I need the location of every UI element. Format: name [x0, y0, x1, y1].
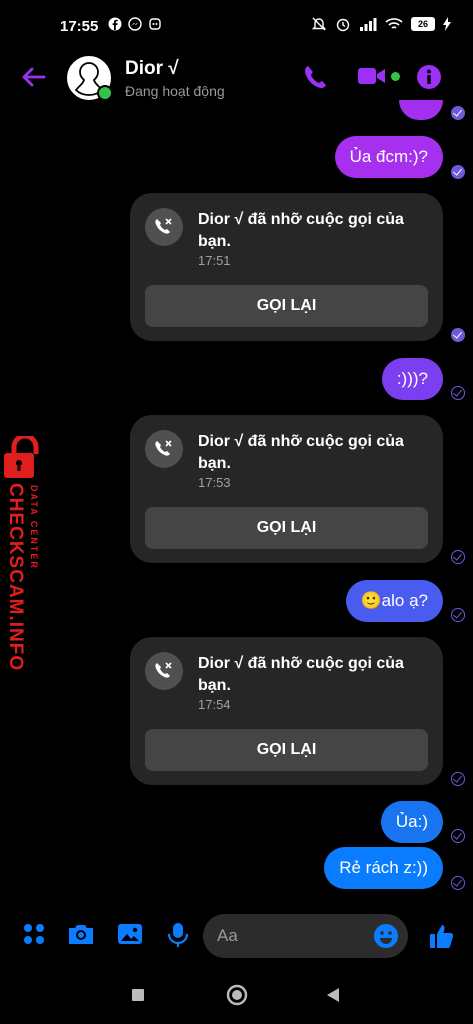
watermark-subtitle: DATA CENTER — [29, 485, 39, 570]
online-indicator — [97, 85, 113, 101]
microphone-icon[interactable] — [167, 922, 189, 948]
home-icon[interactable] — [226, 984, 248, 1006]
back-arrow-icon[interactable] — [20, 64, 46, 90]
call-back-button[interactable]: GỌI LẠI — [145, 507, 428, 549]
alarm-icon — [336, 18, 350, 32]
seen-indicator — [451, 328, 465, 342]
recent-apps-icon[interactable] — [131, 988, 145, 1002]
conversation-header: Dior √ Đang hoạt động — [0, 52, 473, 104]
composer-bar — [0, 910, 473, 962]
seen-indicator — [451, 386, 465, 400]
missed-call-icon — [145, 208, 183, 246]
missed-call-card: Dior √ đã nhỡ cuộc gọi của bạn. 17:53 GỌ… — [130, 415, 443, 563]
call-back-button[interactable]: GỌI LẠI — [145, 285, 428, 327]
menu-grid-icon[interactable] — [22, 922, 46, 946]
wifi-icon — [385, 18, 403, 29]
missed-call-time: 17:51 — [198, 253, 231, 268]
missed-call-time: 17:54 — [198, 697, 231, 712]
video-active-dot — [391, 72, 400, 81]
message-bubble[interactable]: Ủa:) — [380, 801, 443, 843]
seen-indicator — [451, 772, 465, 786]
missed-call-icon — [145, 652, 183, 690]
info-icon[interactable] — [416, 64, 442, 90]
like-icon[interactable] — [428, 922, 456, 950]
mute-icon — [311, 17, 327, 31]
seen-indicator — [451, 106, 465, 120]
status-time: 17:55 — [60, 18, 99, 35]
missed-call-text: Dior √ đã nhỡ cuộc gọi của bạn. — [198, 655, 404, 694]
missed-call-text: Dior √ đã nhỡ cuộc gọi của bạn. — [198, 433, 404, 472]
contact-name[interactable]: Dior √ — [125, 58, 179, 80]
partial-message-bubble — [399, 100, 443, 120]
lock-icon — [4, 436, 39, 478]
seen-indicator — [451, 876, 465, 890]
seen-indicator — [451, 608, 465, 622]
message-bubble[interactable]: Rẻ rách z:)) — [324, 847, 443, 889]
signal-icon — [360, 18, 377, 31]
seen-indicator — [451, 550, 465, 564]
video-call-icon[interactable] — [357, 64, 387, 88]
phone-call-icon[interactable] — [303, 64, 327, 90]
emoji-icon[interactable] — [373, 923, 399, 949]
battery-level: 26 — [411, 17, 435, 31]
message-bubble[interactable]: :)))? — [381, 358, 443, 400]
contact-status: Đang hoạt động — [125, 83, 225, 99]
missed-call-text: Dior √ đã nhỡ cuộc gọi của bạn. — [198, 211, 404, 250]
facebook-icon — [108, 17, 122, 31]
back-nav-icon[interactable] — [326, 987, 340, 1003]
call-back-button[interactable]: GỌI LẠI — [145, 729, 428, 771]
missed-call-card: Dior √ đã nhỡ cuộc gọi của bạn. 17:54 GỌ… — [130, 637, 443, 785]
seen-indicator — [451, 829, 465, 843]
missed-call-card: Dior √ đã nhỡ cuộc gọi của bạn. 17:51 GỌ… — [130, 193, 443, 341]
status-bar: 17:55 26 — [0, 0, 473, 52]
notification-icon — [149, 18, 161, 30]
message-bubble[interactable]: Ủa đcm:)? — [334, 136, 443, 178]
charging-icon — [443, 17, 451, 31]
missed-call-time: 17:53 — [198, 475, 231, 490]
gallery-icon[interactable] — [117, 922, 143, 946]
messenger-icon — [128, 17, 142, 31]
system-nav-bar — [0, 966, 473, 1024]
camera-icon[interactable] — [67, 922, 95, 946]
watermark-brand: CHECKSCAM.INFO — [5, 483, 26, 672]
seen-indicator — [451, 165, 465, 179]
message-bubble[interactable]: 🙂alo ạ? — [345, 580, 443, 622]
missed-call-icon — [145, 430, 183, 468]
